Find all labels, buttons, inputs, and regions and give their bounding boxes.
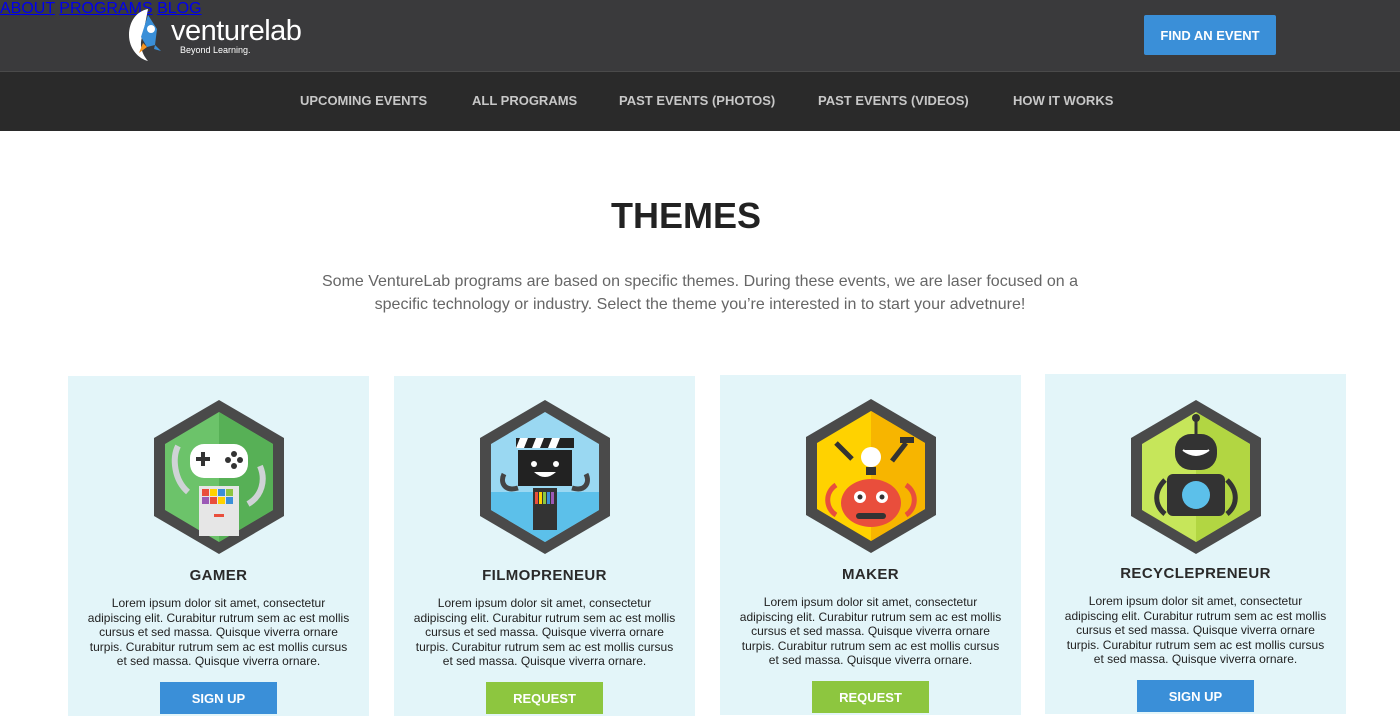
find-event-button[interactable]: FIND AN EVENT [1144, 15, 1276, 55]
page-title: THEMES [610, 195, 761, 236]
request-button[interactable]: REQUEST [812, 681, 929, 713]
theme-description: Lorem ipsum dolor sit amet, consectetur … [1064, 594, 1327, 667]
sub-navigation: UPCOMING EVENTS ALL PROGRAMS PAST EVENTS… [0, 71, 1400, 131]
theme-title: FILMOPRENEUR [482, 567, 607, 584]
theme-description: Lorem ipsum dolor sit amet, consectetur … [87, 596, 350, 669]
theme-card-gamer[interactable]: GAMER Lorem ipsum dolor sit amet, consec… [68, 376, 369, 716]
subnav-how-it-works[interactable]: HOW IT WORKS [1013, 93, 1113, 108]
tools-robot-icon [806, 399, 936, 553]
theme-card-filmopreneur[interactable]: FILMOPRENEUR Lorem ipsum dolor sit amet,… [394, 376, 695, 716]
theme-title: RECYCLEPRENEUR [1120, 565, 1271, 582]
gamepad-robot-icon [154, 400, 284, 554]
subnav-upcoming-events[interactable]: UPCOMING EVENTS [300, 93, 427, 108]
subnav-all-programs[interactable]: ALL PROGRAMS [472, 93, 577, 108]
page-intro: Some VentureLab programs are based on sp… [322, 273, 1078, 313]
sign-up-button[interactable]: SIGN UP [160, 682, 277, 714]
subnav-past-videos[interactable]: PAST EVENTS (VIDEOS) [818, 93, 969, 108]
theme-card-recyclepreneur[interactable]: RECYCLEPRENEUR Lorem ipsum dolor sit ame… [1045, 374, 1346, 714]
theme-title: MAKER [842, 566, 899, 583]
logo-tagline: Beyond Learning. [180, 45, 251, 55]
theme-description: Lorem ipsum dolor sit amet, consectetur … [739, 595, 1002, 668]
clapperboard-robot-icon [480, 400, 610, 554]
sign-up-button[interactable]: SIGN UP [1137, 680, 1254, 712]
nav-about[interactable]: ABOUT [0, 0, 55, 17]
rocket-icon [129, 9, 161, 61]
logo-wordmark: venturelab [171, 15, 302, 47]
theme-title: GAMER [189, 567, 248, 584]
theme-description: Lorem ipsum dolor sit amet, consectetur … [413, 596, 676, 669]
top-header: venturelab Beyond Learning. ABOUT PROGRA… [0, 0, 1400, 71]
theme-card-maker[interactable]: MAKER Lorem ipsum dolor sit amet, consec… [720, 375, 1021, 715]
subnav-past-photos[interactable]: PAST EVENTS (PHOTOS) [619, 93, 775, 108]
globe-robot-icon [1131, 400, 1261, 554]
venturelab-logo[interactable]: venturelab Beyond Learning. [127, 7, 302, 63]
request-button[interactable]: REQUEST [486, 682, 603, 714]
